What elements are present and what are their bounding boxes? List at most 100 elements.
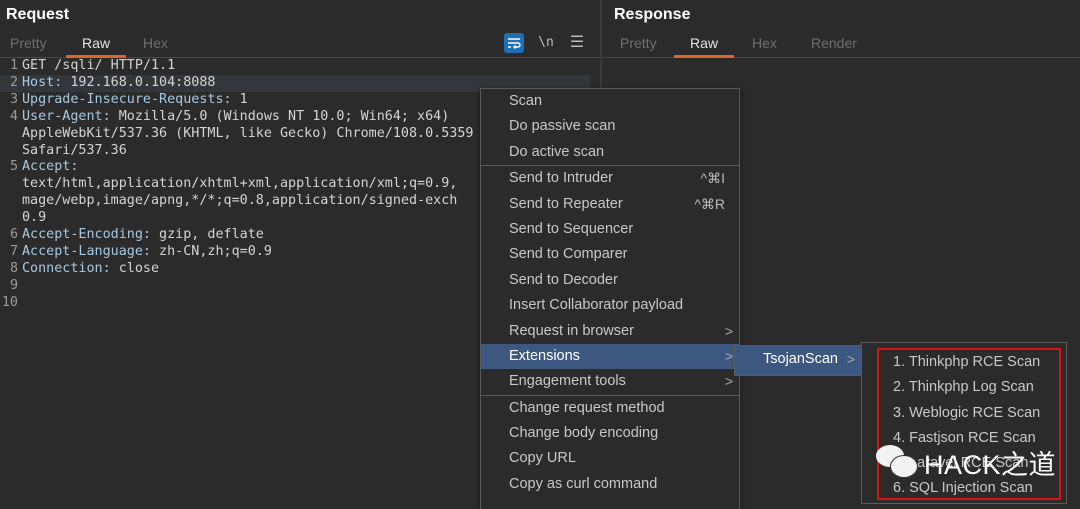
line-content: 0.9 <box>22 210 46 227</box>
header-value: zh-CN,zh;q=0.9 <box>151 243 272 259</box>
header-name: Connection: <box>22 260 111 276</box>
shortcut-label: ^⌘I <box>700 170 725 187</box>
line-content: Host: 192.168.0.104:8088 <box>22 75 216 92</box>
menu-item-label: Change body encoding <box>509 425 659 442</box>
header-name: Accept-Encoding: <box>22 227 151 243</box>
response-tabs: Pretty Raw Hex Render <box>602 33 1080 58</box>
request-tab-pretty[interactable]: Pretty <box>10 35 47 51</box>
response-tab-render[interactable]: Render <box>811 35 857 51</box>
header-name: Host: <box>22 74 63 90</box>
menu-item-label: Change request method <box>509 399 665 416</box>
line-content: Connection: close <box>22 261 159 278</box>
line-content: AppleWebKit/537.36 (KHTML, like Gecko) C… <box>22 126 473 143</box>
line-number <box>0 193 22 210</box>
menu-item-do-passive-scan[interactable]: Do passive scan <box>481 114 739 139</box>
menu-item-scan[interactable]: Scan <box>481 89 739 114</box>
menu-item-label: Copy URL <box>509 450 576 467</box>
menu-item-send-to-repeater[interactable]: Send to Repeater ^⌘R <box>481 192 739 217</box>
menu-item-label: Request in browser <box>509 322 634 339</box>
response-tab-raw[interactable]: Raw <box>673 35 735 58</box>
line-number: 1 <box>9 58 18 73</box>
menu-item-request-in-browser[interactable]: Request in browser > <box>481 319 739 344</box>
menu-item-change-request-method[interactable]: Change request method <box>481 396 739 421</box>
menu-item-label: Send to Intruder <box>509 170 613 187</box>
response-tab-pretty[interactable]: Pretty <box>620 35 657 51</box>
menu-item-label: TsojanScan <box>763 351 838 367</box>
line-number: 6 <box>9 227 18 243</box>
menu-item-send-to-comparer[interactable]: Send to Comparer <box>481 242 739 267</box>
line-number <box>0 126 22 143</box>
menu-item-change-body-encoding[interactable]: Change body encoding <box>481 421 739 446</box>
menu-item-send-to-decoder[interactable]: Send to Decoder <box>481 268 739 293</box>
response-title: Response <box>614 6 691 23</box>
line-content: GET /sqli/ HTTP/1.1 <box>22 58 175 75</box>
menu-item-copy-url[interactable]: Copy URL <box>481 446 739 471</box>
menu-item-send-to-intruder[interactable]: Send to Intruder ^⌘I <box>481 166 739 191</box>
header-value: Mozilla/5.0 (Windows NT 10.0; Win64; x64… <box>110 108 450 124</box>
menu-item-label: Engagement tools <box>509 373 626 390</box>
header-value: 1 <box>231 91 248 107</box>
menu-item-tsojanscan[interactable]: TsojanScan > <box>735 346 861 373</box>
header-value: AppleWebKit/537.36 (KHTML, like Gecko) C… <box>22 125 474 141</box>
header-name: Upgrade-Insecure-Requests: <box>22 91 232 107</box>
header-value: close <box>110 260 160 276</box>
menu-item-label: Extensions <box>509 347 580 364</box>
code-line: 1 GET /sqli/ HTTP/1.1 <box>0 58 590 75</box>
header-value: mage/webp,image/apng,*/*;q=0.8,applicati… <box>22 193 458 209</box>
request-tab-raw[interactable]: Raw <box>65 35 127 58</box>
scan-menu-item[interactable]: 1. Thinkphp RCE Scan <box>879 350 1059 375</box>
scan-items-list: 1. Thinkphp RCE Scan 2. Thinkphp Log Scan… <box>879 350 1059 502</box>
scan-menu-item[interactable]: 2. Thinkphp Log Scan <box>879 375 1059 400</box>
hamburger-menu-icon[interactable]: ☰ <box>567 33 587 53</box>
menu-item-label: Send to Sequencer <box>509 220 634 237</box>
menu-item-do-active-scan[interactable]: Do active scan <box>481 140 739 165</box>
line-number: 2 <box>9 74 18 90</box>
highlight-box: 1. Thinkphp RCE Scan 2. Thinkphp Log Scan… <box>877 348 1061 500</box>
menu-item-insert-collaborator-payload[interactable]: Insert Collaborator payload <box>481 293 739 318</box>
menu-item-label: Copy as curl command <box>509 475 658 492</box>
chevron-right-icon: > <box>846 351 855 367</box>
header-name: Accept: <box>22 159 79 175</box>
scan-menu-item[interactable]: 6. SQL Injection Scan <box>879 476 1059 501</box>
word-wrap-icon <box>508 38 521 49</box>
line-content: mage/webp,image/apng,*/*;q=0.8,applicati… <box>22 193 457 210</box>
response-tab-hex[interactable]: Hex <box>752 35 777 51</box>
scan-menu-item[interactable]: 5. Laravel RCE Scan <box>879 451 1059 476</box>
menu-item-label: Do passive scan <box>509 118 616 135</box>
line-number: 10 <box>1 294 18 310</box>
header-value: 192.168.0.104:8088 <box>62 74 216 90</box>
chevron-right-icon: > <box>724 322 733 339</box>
line-content: Safari/537.36 <box>22 143 127 160</box>
menu-item-copy-as-curl-command[interactable]: Copy as curl command <box>481 472 739 497</box>
menu-item-label: Scan <box>509 93 543 109</box>
word-wrap-button[interactable] <box>504 33 524 53</box>
line-number <box>0 176 22 193</box>
extensions-submenu: TsojanScan > <box>734 345 862 376</box>
menu-item-extensions[interactable]: Extensions > <box>481 343 739 370</box>
chevron-right-icon: > <box>724 373 733 390</box>
show-newlines-button[interactable]: \n <box>536 33 556 53</box>
scan-menu-item[interactable]: 3. Weblogic RCE Scan <box>879 401 1059 426</box>
line-content: Accept: <box>22 159 78 176</box>
request-tab-hex[interactable]: Hex <box>143 35 168 51</box>
header-name: Accept-Language: <box>22 243 151 259</box>
menu-item-label: Send to Repeater <box>509 195 623 212</box>
header-value: text/html,application/xhtml+xml,applicat… <box>22 176 458 192</box>
chevron-right-icon: > <box>724 347 733 364</box>
header-value: 0.9 <box>22 210 47 226</box>
menu-item-label: Do active scan <box>509 143 605 160</box>
menu-item-label: Send to Comparer <box>509 246 628 263</box>
line-content: Upgrade-Insecure-Requests: 1 <box>22 92 248 109</box>
menu-item-engagement-tools[interactable]: Engagement tools > <box>481 369 739 394</box>
line-content: User-Agent: Mozilla/5.0 (Windows NT 10.0… <box>22 109 449 126</box>
line-number: 9 <box>9 277 18 293</box>
request-title: Request <box>6 6 70 23</box>
line-content: Accept-Encoding: gzip, deflate <box>22 227 264 244</box>
scan-menu-item[interactable]: 4. Fastjson RCE Scan <box>879 426 1059 451</box>
line-number <box>0 210 22 227</box>
header-value: GET /sqli/ HTTP/1.1 <box>22 58 176 73</box>
menu-item-send-to-sequencer[interactable]: Send to Sequencer <box>481 217 739 242</box>
line-number: 7 <box>9 243 18 259</box>
tsojanscan-submenu: 1. Thinkphp RCE Scan 2. Thinkphp Log Scan… <box>861 342 1067 504</box>
line-number: 4 <box>9 108 18 124</box>
